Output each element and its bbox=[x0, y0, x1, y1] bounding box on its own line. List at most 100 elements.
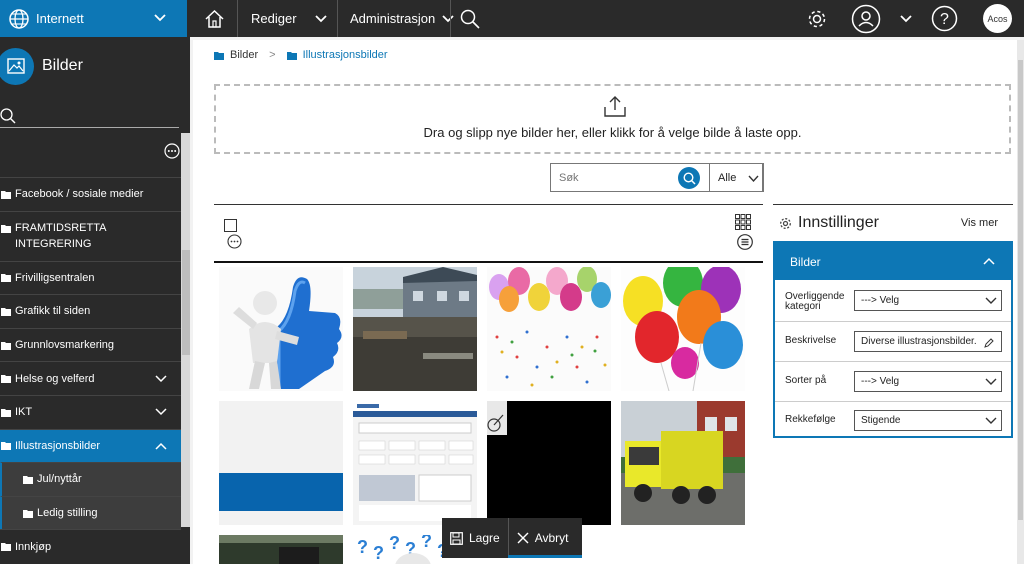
colorful-balloons-image bbox=[621, 267, 745, 391]
toolbar-divider bbox=[237, 0, 238, 37]
parent-category-select[interactable]: ---> Velg bbox=[854, 290, 1002, 311]
folder-icon bbox=[214, 51, 224, 60]
image-thumbnail[interactable] bbox=[487, 267, 611, 391]
sidebar-item-ikt[interactable]: IKT bbox=[0, 394, 181, 429]
chevron-down-icon[interactable] bbox=[155, 374, 167, 384]
chevron-down-icon bbox=[154, 14, 166, 22]
upload-dropzone[interactable]: Dra og slipp nye bilder her, eller klikk… bbox=[214, 84, 1011, 154]
home-icon bbox=[205, 9, 224, 28]
image-thumbnail[interactable] bbox=[621, 401, 745, 525]
breadcrumb-root-label: Bilder bbox=[230, 49, 259, 61]
cancel-button[interactable]: Avbryt bbox=[509, 518, 577, 558]
image-thumbnail[interactable] bbox=[353, 267, 477, 391]
admin-menu-button[interactable]: Administrasjon bbox=[350, 0, 455, 37]
settings-button[interactable] bbox=[806, 0, 828, 37]
order-select[interactable]: Stigende bbox=[854, 410, 1002, 431]
grid-view-button[interactable] bbox=[735, 214, 751, 233]
settings-panel: Innstillinger Vis mer Bilder Overliggend… bbox=[773, 204, 1013, 438]
gallery-more-button[interactable] bbox=[227, 234, 242, 252]
sidebar-item-facebook[interactable]: Facebook / sosiale medier bbox=[0, 177, 181, 211]
site-selector-label: Internett bbox=[36, 11, 84, 26]
home-button[interactable] bbox=[205, 0, 224, 37]
sidebar-item-innkjop[interactable]: Innkjøp bbox=[0, 529, 181, 563]
action-bar: Lagre Avbryt bbox=[442, 518, 582, 558]
filter-select[interactable]: Alle bbox=[709, 163, 764, 192]
chevron-up-icon[interactable] bbox=[155, 441, 167, 451]
breadcrumb-root[interactable]: Bilder bbox=[214, 49, 258, 61]
breadcrumb: Bilder > Illustrasjonsbilder bbox=[214, 49, 388, 61]
select-all-checkbox[interactable] bbox=[224, 219, 237, 232]
search-input[interactable] bbox=[559, 171, 679, 184]
breadcrumb-current[interactable]: Illustrasjonsbilder bbox=[286, 49, 388, 61]
construction-site-image bbox=[353, 267, 477, 391]
list-view-button[interactable] bbox=[737, 234, 753, 253]
image-thumbnail[interactable] bbox=[487, 401, 611, 525]
grid-icon bbox=[735, 214, 751, 230]
sidebar-item-framtidsretta[interactable]: FRAMTIDSRETTA INTEGRERING bbox=[0, 210, 181, 261]
save-button-label: Lagre bbox=[469, 531, 500, 545]
folder-icon bbox=[1, 274, 11, 283]
yellow-truck-image bbox=[621, 401, 745, 525]
edit-menu-button[interactable]: Rediger bbox=[251, 0, 297, 37]
settings-title: Innstillinger bbox=[798, 214, 879, 231]
sidebar-scrollbar-thumb[interactable] bbox=[182, 250, 190, 355]
sidebar: Bilder Facebook / sosiale medier FRAMTID… bbox=[0, 37, 207, 564]
sidebar-item-ledig-stilling[interactable]: Ledig stilling bbox=[0, 495, 181, 530]
sidebar-item-label: FRAMTIDSRETTA INTEGRERING bbox=[15, 222, 106, 251]
sidebar-item-label: Helse og velferd bbox=[15, 372, 95, 385]
sidebar-item-jul[interactable]: Jul/nyttår bbox=[0, 462, 181, 496]
user-menu-dropdown[interactable] bbox=[899, 0, 913, 37]
sort-by-label: Sorter på bbox=[785, 375, 827, 386]
svg-text:?: ? bbox=[389, 535, 400, 553]
chevron-down-icon[interactable] bbox=[155, 407, 167, 417]
show-more-link[interactable]: Vis mer bbox=[961, 217, 998, 229]
global-search-button[interactable] bbox=[460, 0, 480, 37]
svg-text:?: ? bbox=[373, 543, 384, 563]
sidebar-more-button[interactable] bbox=[164, 143, 180, 162]
sidebar-item-label: Ledig stilling bbox=[37, 507, 98, 520]
sidebar-item-illustrasjonsbilder[interactable]: Illustrasjonsbilder bbox=[0, 428, 181, 463]
user-button[interactable] bbox=[851, 0, 881, 37]
image-thumbnail[interactable] bbox=[219, 401, 343, 525]
sidebar-item-grunnlovsmarkering[interactable]: Grunnlovsmarkering bbox=[0, 327, 181, 362]
upload-instructions: Dra og slipp nye bilder her, eller klikk… bbox=[423, 125, 802, 140]
sidebar-item-helse[interactable]: Helse og velferd bbox=[0, 361, 181, 395]
svg-text:?: ? bbox=[940, 11, 949, 28]
blue-stripe-graphic-image bbox=[219, 401, 343, 525]
image-thumbnail[interactable] bbox=[219, 535, 343, 564]
tenant-avatar[interactable]: Acos bbox=[983, 0, 1012, 37]
image-thumbnail[interactable] bbox=[219, 267, 343, 391]
list-icon bbox=[737, 234, 753, 250]
save-button[interactable]: Lagre bbox=[442, 518, 508, 558]
sidebar-search-field[interactable] bbox=[0, 105, 179, 128]
edit-menu-label: Rediger bbox=[251, 11, 297, 26]
field-description: Beskrivelse Diverse illustrasjonsbilder. bbox=[775, 321, 1011, 361]
image-thumbnail[interactable] bbox=[353, 401, 477, 525]
sort-by-select[interactable]: ---> Velg bbox=[854, 371, 1002, 392]
edit-menu-dropdown[interactable] bbox=[314, 0, 328, 37]
chevron-down-icon bbox=[442, 14, 454, 22]
sidebar-item-grafikk[interactable]: Grafikk til siden bbox=[0, 294, 181, 328]
sidebar-item-label: IKT bbox=[15, 406, 33, 419]
filter-select-value: Alle bbox=[718, 171, 737, 184]
field-order: Rekkefølge Stigende bbox=[775, 401, 1011, 438]
folder-icon bbox=[1, 375, 11, 384]
image-thumbnail[interactable] bbox=[621, 267, 745, 391]
description-input[interactable]: Diverse illustrasjonsbilder. bbox=[854, 331, 1002, 352]
search-button[interactable] bbox=[678, 167, 700, 189]
page-scrollbar-thumb[interactable] bbox=[1018, 60, 1023, 520]
toolbar-divider bbox=[337, 0, 338, 37]
category-list: Facebook / sosiale medier FRAMTIDSRETTA … bbox=[0, 177, 181, 563]
section-header-bilder[interactable]: Bilder bbox=[775, 243, 1011, 280]
page-scrollbar[interactable] bbox=[1017, 40, 1024, 564]
help-button[interactable]: ? bbox=[931, 0, 958, 37]
folder-icon bbox=[1, 307, 11, 316]
site-selector[interactable]: Internett bbox=[0, 0, 187, 37]
folder-icon bbox=[1, 408, 11, 417]
field-parent-category: Overliggende kategori ---> Velg bbox=[775, 281, 1011, 321]
sidebar-item-frivilligsentralen[interactable]: Frivilligsentralen bbox=[0, 260, 181, 295]
sidebar-header: Bilder bbox=[0, 45, 83, 87]
avatar: Acos bbox=[983, 4, 1012, 33]
folder-icon bbox=[1, 190, 11, 199]
pencil-icon[interactable] bbox=[981, 338, 997, 348]
